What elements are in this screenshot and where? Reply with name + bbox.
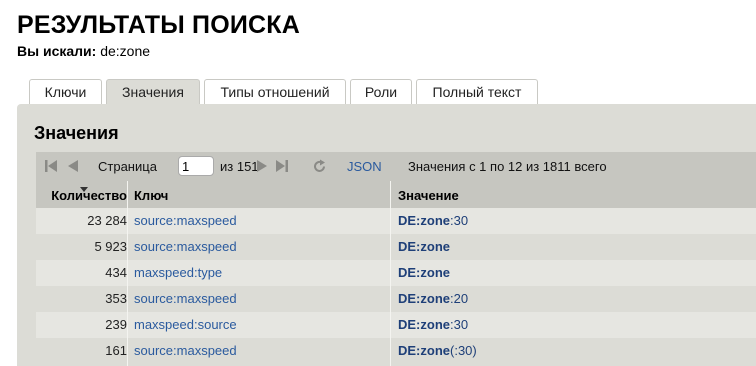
results-table-body: 23 284 source:maxspeed DE:zone:30 5 923 … <box>36 208 756 364</box>
reload-icon[interactable] <box>312 159 327 174</box>
tab-full-text[interactable]: Полный текст <box>416 79 538 104</box>
values-panel: Значения Страница из 151 JSON Значения с… <box>17 104 756 366</box>
pager-toolbar: Страница из 151 JSON Значения с 1 по 12 … <box>36 152 756 181</box>
row-value-link[interactable]: DE:zone:20 <box>398 286 468 312</box>
row-value-link[interactable]: DE:zone:30 <box>398 208 468 234</box>
page-count: из 151 <box>220 159 259 174</box>
results-summary: Значения с 1 по 12 из 1811 всего <box>408 159 607 174</box>
column-header-count[interactable]: Количество <box>36 187 127 203</box>
first-page-icon[interactable] <box>44 159 58 173</box>
prev-page-icon[interactable] <box>66 159 80 173</box>
table-row: 353 source:maxspeed DE:zone:20 <box>36 286 756 312</box>
row-key-link[interactable]: maxspeed:type <box>134 260 222 286</box>
row-key-link[interactable]: maxspeed:source <box>134 312 237 338</box>
row-count: 434 <box>105 265 127 280</box>
row-count: 5 923 <box>94 239 127 254</box>
row-count: 239 <box>105 317 127 332</box>
page-number-input[interactable] <box>178 156 214 176</box>
row-key-link[interactable]: source:maxspeed <box>134 286 237 312</box>
last-page-icon[interactable] <box>275 159 289 173</box>
table-row: 23 284 source:maxspeed DE:zone:30 <box>36 208 756 234</box>
row-count: 161 <box>105 343 127 358</box>
json-link[interactable]: JSON <box>347 159 382 174</box>
search-query-label: Вы искали: <box>17 43 97 59</box>
tab-roles[interactable]: Роли <box>350 79 412 104</box>
page-label: Страница <box>98 159 157 174</box>
row-value-link[interactable]: DE:zone(:30) <box>398 338 477 364</box>
table-row: 161 source:maxspeed DE:zone(:30) <box>36 338 756 364</box>
tab-values[interactable]: Значения <box>106 79 200 104</box>
row-key-link[interactable]: source:maxspeed <box>134 208 237 234</box>
sort-descending-icon <box>80 187 88 192</box>
row-value-link[interactable]: DE:zone <box>398 234 450 260</box>
row-count: 353 <box>105 291 127 306</box>
column-header-count-label: Количество <box>51 188 127 203</box>
row-value-link[interactable]: DE:zone:30 <box>398 312 468 338</box>
table-header: Количество Ключ Значение <box>36 181 756 208</box>
table-row: 5 923 source:maxspeed DE:zone <box>36 234 756 260</box>
row-key-link[interactable]: source:maxspeed <box>134 234 237 260</box>
tab-relation-types[interactable]: Типы отношений <box>204 79 346 104</box>
column-divider <box>127 181 128 366</box>
column-header-key[interactable]: Ключ <box>134 188 168 203</box>
search-query-line: Вы искали: de:zone <box>17 43 150 59</box>
tab-keys[interactable]: Ключи <box>29 79 102 104</box>
next-page-icon[interactable] <box>255 159 269 173</box>
table-row: 239 maxspeed:source DE:zone:30 <box>36 312 756 338</box>
column-header-value[interactable]: Значение <box>398 188 459 203</box>
row-key-link[interactable]: source:maxspeed <box>134 338 237 364</box>
table-row: 434 maxspeed:type DE:zone <box>36 260 756 286</box>
panel-title: Значения <box>34 123 119 143</box>
search-query-value: de:zone <box>100 43 151 59</box>
row-count: 23 284 <box>87 213 127 228</box>
page-title: РЕЗУЛЬТАТЫ ПОИСКА <box>17 11 300 39</box>
row-value-link[interactable]: DE:zone <box>398 260 450 286</box>
column-divider <box>390 181 391 366</box>
